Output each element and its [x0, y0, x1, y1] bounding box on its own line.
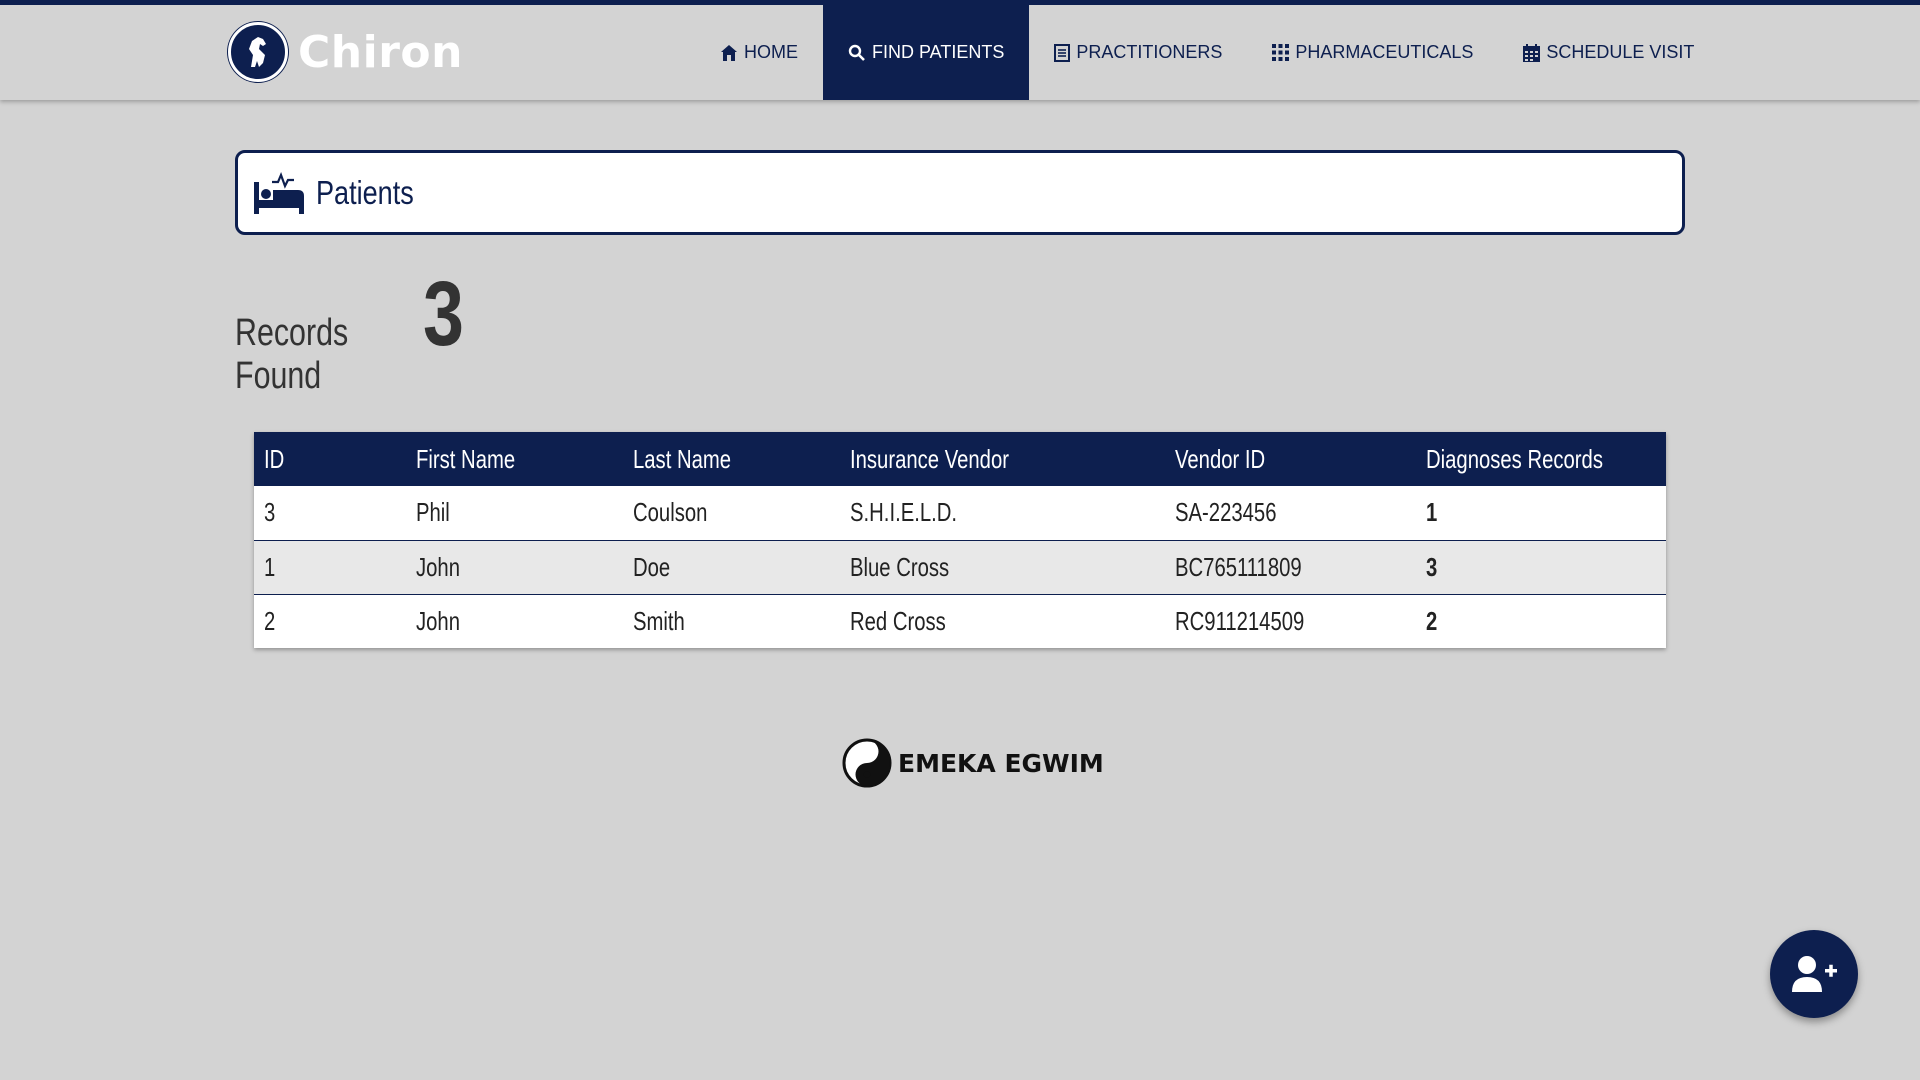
cell-first-name: Phil	[406, 486, 623, 541]
records-found-count: 3	[423, 263, 464, 365]
table-row[interactable]: 1 John Doe Blue Cross BC765111809 3	[254, 540, 1666, 595]
home-icon	[721, 44, 737, 61]
list-icon	[1054, 43, 1071, 62]
cell-id: 1	[254, 540, 406, 595]
nav-practitioners-label: PRACTITIONERS	[1076, 42, 1223, 62]
table-header-row: ID First Name Last Name Insurance Vendor…	[254, 432, 1666, 486]
cell-diagnoses-records[interactable]: 3	[1416, 540, 1666, 595]
nav-schedule-visit-label: SCHEDULE VISIT	[1546, 42, 1695, 62]
column-header-diagnoses-records[interactable]: Diagnoses Records	[1416, 432, 1666, 486]
nav-home-label: HOME	[744, 42, 798, 62]
cell-vendor-id: RC911214509	[1175, 605, 1305, 636]
page-title: Patients	[316, 173, 414, 211]
cell-first-name: John	[406, 540, 623, 595]
cell-insurance-vendor: S.H.I.E.L.D.	[840, 486, 1165, 541]
main-nav: HOME FIND PATIENTS PRACTITIONERS PHARMAC…	[695, 5, 1719, 100]
nav-home[interactable]: HOME	[695, 5, 823, 100]
column-header-id[interactable]: ID	[254, 432, 406, 486]
nav-find-patients[interactable]: FIND PATIENTS	[823, 5, 1030, 100]
brand-name: Chiron	[298, 26, 463, 78]
horse-icon	[228, 22, 288, 82]
table-row[interactable]: 2 John Smith Red Cross RC911214509 2	[254, 594, 1666, 648]
calendar-icon	[1523, 43, 1541, 62]
column-header-first-name[interactable]: First Name	[406, 432, 623, 486]
cell-first-name: John	[416, 605, 460, 636]
cell-last-name: Smith	[633, 605, 685, 636]
nav-practitioners[interactable]: PRACTITIONERS	[1029, 5, 1247, 100]
top-navbar: Chiron HOME FIND PATIENTS PRACTITIONERS	[0, 0, 1920, 100]
cell-vendor-id: BC765111809	[1165, 540, 1416, 595]
column-header-last-name[interactable]: Last Name	[623, 432, 840, 486]
add-patient-button[interactable]	[1770, 930, 1858, 1018]
nav-pharmaceuticals[interactable]: PHARMACEUTICALS	[1247, 5, 1498, 100]
grid-icon	[1272, 44, 1290, 61]
column-header-vendor-id[interactable]: Vendor ID	[1165, 432, 1416, 486]
cell-diagnoses-records[interactable]: 2	[1416, 594, 1666, 648]
add-user-icon	[1792, 956, 1837, 992]
footer-signature[interactable]: EMEKA EGWIM	[842, 738, 1104, 788]
cell-id: 3	[254, 486, 406, 541]
table-row[interactable]: 3 Phil Coulson S.H.I.E.L.D. SA-223456 1	[254, 486, 1666, 541]
patients-header-panel: Patients	[235, 150, 1685, 235]
column-header-insurance-vendor[interactable]: Insurance Vendor	[840, 432, 1165, 486]
cell-last-name: Coulson	[623, 486, 840, 541]
patient-bed-icon	[254, 171, 304, 214]
cell-id: 2	[264, 605, 276, 636]
records-summary: Records Found 3	[235, 262, 474, 398]
patients-table: ID First Name Last Name Insurance Vendor…	[254, 432, 1666, 648]
cell-insurance-vendor: Red Cross	[850, 605, 946, 636]
cell-last-name: Doe	[623, 540, 840, 595]
records-found-label: Records Found	[235, 312, 349, 397]
cell-vendor-id: SA-223456	[1165, 486, 1416, 541]
cell-insurance-vendor: Blue Cross	[840, 540, 1165, 595]
nav-pharmaceuticals-label: PHARMACEUTICALS	[1295, 42, 1474, 62]
cell-diagnoses-records[interactable]: 1	[1416, 486, 1666, 541]
nav-find-patients-label: FIND PATIENTS	[872, 42, 1005, 62]
yin-yang-icon	[842, 738, 892, 788]
footer-author: EMEKA EGWIM	[898, 748, 1104, 778]
search-icon	[848, 44, 865, 61]
nav-schedule-visit[interactable]: SCHEDULE VISIT	[1498, 5, 1719, 100]
brand[interactable]: Chiron	[228, 19, 463, 85]
